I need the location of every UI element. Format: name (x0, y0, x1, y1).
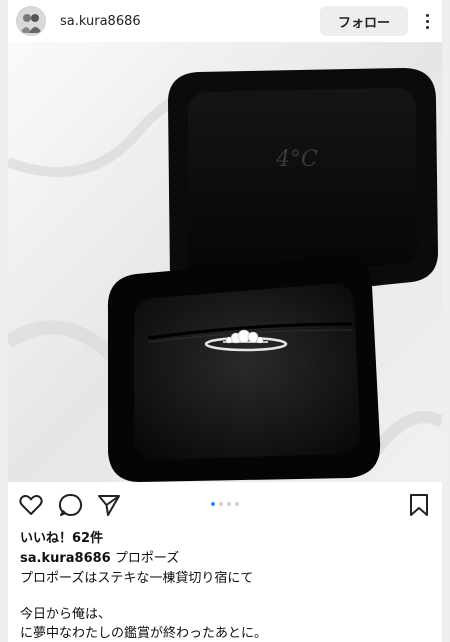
avatar[interactable] (16, 6, 46, 36)
carousel-indicator (8, 502, 442, 506)
caption-line-2: 今日から俺は、 (20, 607, 112, 622)
carousel-dot-active (211, 502, 215, 506)
more-options-icon[interactable] (418, 8, 436, 34)
avatar-image (17, 7, 45, 35)
like-count[interactable]: いいね！62件 (20, 527, 103, 546)
caption-username[interactable]: sa.kura8686 (20, 551, 111, 566)
caption-title: プロポーズ (110, 551, 180, 566)
follow-button[interactable]: フォロー (320, 6, 408, 36)
box-logo: 4°C (275, 147, 318, 172)
carousel-dot (227, 502, 231, 506)
post-header: sa.kura8686 フォロー (8, 0, 442, 42)
carousel-dot (235, 502, 239, 506)
post-frame: sa.kura8686 フォロー 4°C いいね！62件 sa.kura8686… (0, 0, 450, 642)
post-username[interactable]: sa.kura8686 (60, 14, 141, 29)
caption-header: sa.kura8686 プロポーズ (20, 547, 179, 566)
caption-line-1: プロポーズはステキな一棟貸切り宿にて (20, 571, 254, 586)
caption-line-3: に夢中なわたしの鑑賞が終わったあとに。 (20, 626, 268, 641)
post-photo[interactable]: 4°C (8, 42, 442, 482)
carousel-dot (219, 502, 223, 506)
ring-box-photo: 4°C (8, 42, 442, 482)
